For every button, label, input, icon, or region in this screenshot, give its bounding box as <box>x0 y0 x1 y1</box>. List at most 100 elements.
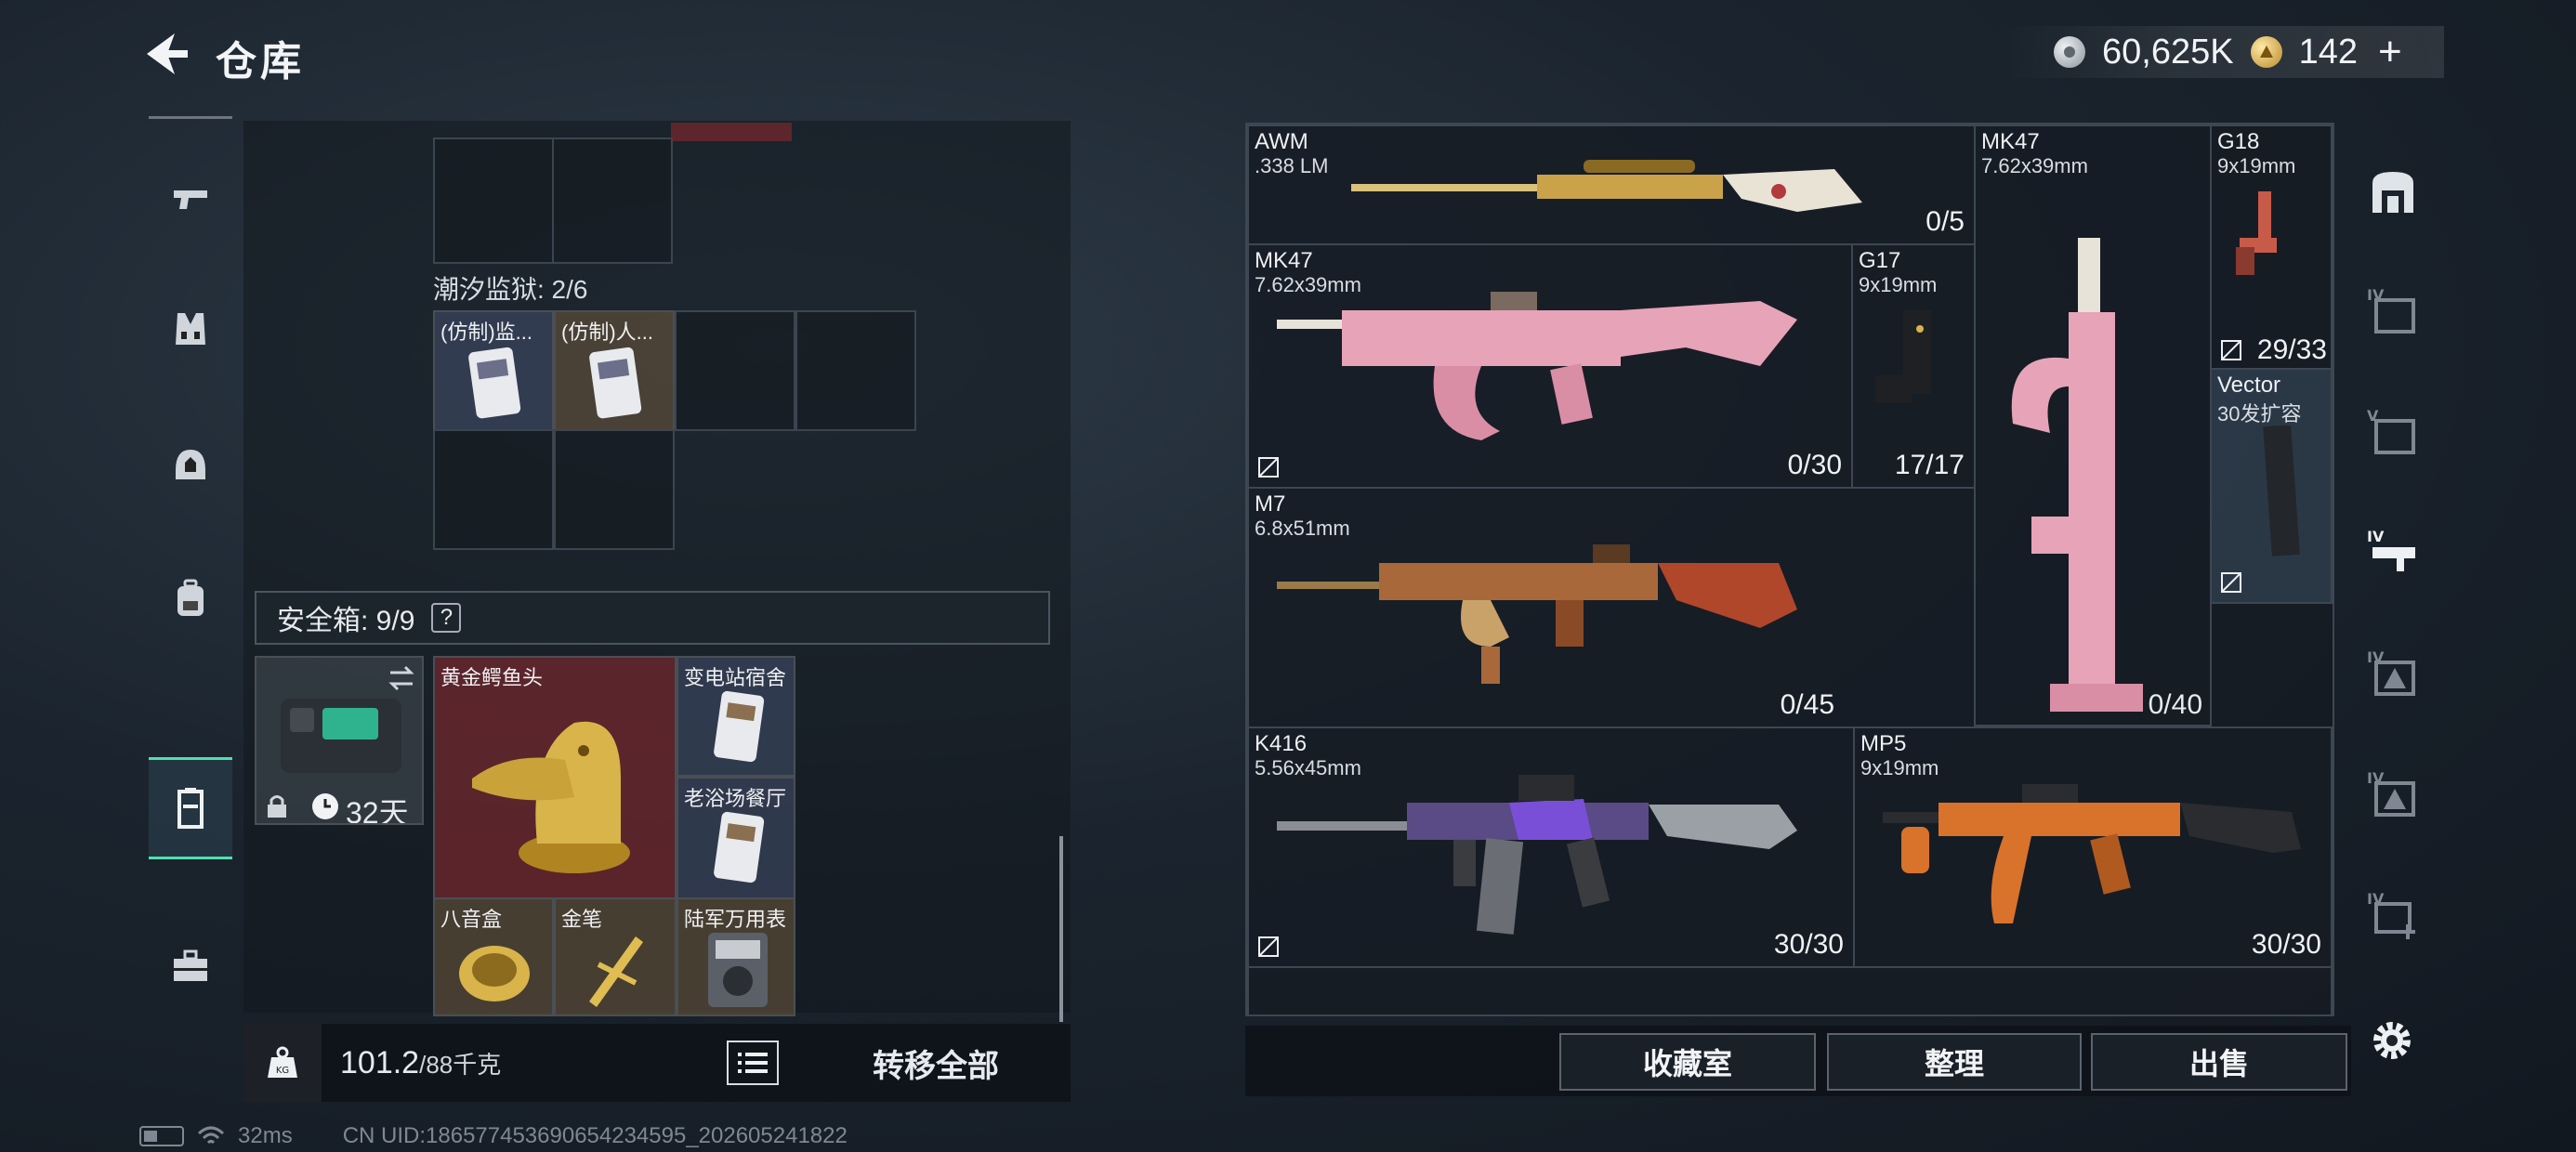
item-cell[interactable]: 陆军万用表 <box>677 897 795 1016</box>
transfer-all-button[interactable]: 转移全部 <box>801 1024 1071 1102</box>
grid-cell <box>554 429 675 550</box>
nav-weapons[interactable] <box>149 153 232 246</box>
status-line: 32ms CN UID:186577453690654234595_202605… <box>139 1122 848 1150</box>
music-box-icon <box>459 946 530 1001</box>
weapon-ammo: 30发扩容 <box>2217 402 2302 425</box>
ammo-count: 29/33 <box>2256 334 2327 365</box>
lock-icon <box>268 795 286 818</box>
weapon-ammo: 9x19mm <box>1859 273 1938 296</box>
item-cell[interactable]: 八音盒 <box>433 897 554 1016</box>
toolbox-icon <box>174 949 207 981</box>
pistol-icon <box>174 190 207 209</box>
weapon-mk47[interactable]: MK47 7.62x39mm 0/30 <box>1247 243 1853 489</box>
assault-rifle-icon <box>2011 238 2143 712</box>
weapon-mp5[interactable]: MP5 9x19mm 30/30 <box>1853 727 2333 968</box>
sell-button[interactable]: 出售 <box>2091 1033 2347 1091</box>
pistol-icon <box>1875 310 1931 403</box>
tab-locker-main[interactable] <box>2351 141 2435 243</box>
nav-armor[interactable] <box>149 283 232 376</box>
multimeter-icon <box>708 933 768 1007</box>
weapon-name: AWM <box>1255 129 1308 154</box>
weapon-name: G17 <box>1859 248 1901 273</box>
safebox-slot[interactable]: 32天 <box>255 656 424 825</box>
ammo-count: 17/17 <box>1894 450 1965 480</box>
weapon-ammo: 9x19mm <box>2217 154 2296 177</box>
nav-container[interactable] <box>149 757 232 859</box>
safebox-icon <box>281 699 401 773</box>
no-mod-icon <box>2221 572 2241 593</box>
weapon-k416[interactable]: K416 5.56x45mm 30/30 <box>1247 727 1855 968</box>
keycard-icon <box>714 811 765 884</box>
weapon-ammo: .338 LM <box>1255 154 1329 177</box>
no-mod-icon <box>2221 340 2241 360</box>
weight-icon: KG <box>243 1024 322 1102</box>
tab-tier-iv-2[interactable]: IV <box>2351 502 2435 604</box>
weapon-g17[interactable]: G17 9x19mm 17/17 <box>1851 243 1976 489</box>
assault-rifle-icon <box>1277 292 1797 440</box>
battle-rifle-icon <box>1277 544 1797 684</box>
silver-balance: 60,625K <box>2102 32 2234 72</box>
settings-button[interactable] <box>2364 1013 2420 1068</box>
gold-pen-icon <box>589 936 643 1007</box>
container-icon <box>177 788 204 829</box>
keycard-icon <box>468 347 521 419</box>
tab-tier-iv-1[interactable]: IV <box>2351 260 2435 362</box>
grid-cell <box>433 429 554 550</box>
sort-button[interactable]: 整理 <box>1827 1033 2082 1091</box>
locker-action-bar: 收藏室 整理 出售 <box>1245 1026 2351 1096</box>
weapon-name: Vector <box>2217 373 2281 398</box>
weight-readout: 101.2/88千克 <box>340 1045 501 1081</box>
help-button[interactable]: ? <box>431 603 462 633</box>
tab-tier-v[interactable]: V <box>2351 381 2435 483</box>
silver-coin-icon <box>2054 36 2085 68</box>
ammo-count: 30/30 <box>2251 929 2321 960</box>
gear-icon <box>2373 1022 2411 1059</box>
tier-iv-box-icon: IV <box>2367 286 2415 334</box>
add-currency-button[interactable]: + <box>2378 29 2402 75</box>
weight-capacity: /88千克 <box>419 1050 502 1079</box>
swap-icon <box>388 665 414 691</box>
wifi-icon <box>197 1126 225 1145</box>
gold-coin-icon <box>2250 36 2282 68</box>
grid-cell <box>671 123 792 141</box>
scrollbar[interactable] <box>1059 836 1063 1022</box>
back-button[interactable] <box>139 28 195 80</box>
tab-tier-iv-3[interactable]: IV <box>2351 622 2435 725</box>
keycard-icon <box>714 690 765 763</box>
svg-text:KG: KG <box>276 1066 289 1076</box>
tab-add-locker[interactable]: IV <box>2351 864 2435 966</box>
uid-readout: CN UID:186577453690654234595_20260524182… <box>342 1123 848 1148</box>
item-vector-mag[interactable]: Vector 30发扩容 <box>2210 368 2333 604</box>
item-cell[interactable]: 黄金鳄鱼头 <box>433 656 677 899</box>
ping-readout: 32ms <box>238 1123 293 1148</box>
weapon-awm[interactable]: AWM .338 LM 0/5 <box>1247 124 1976 245</box>
tier-iv-add-icon: IV <box>2367 890 2415 939</box>
grid-cell <box>552 137 673 264</box>
weapon-mk47-vertical[interactable]: MK47 7.62x39mm <box>1974 124 2212 727</box>
empty-slot-row <box>1247 966 2333 1016</box>
item-cell[interactable]: (仿制)人... <box>554 310 675 431</box>
locker-icon <box>2372 172 2413 213</box>
item-cell[interactable]: 老浴场餐厅 <box>677 777 795 899</box>
tab-tier-iv-4[interactable]: IV <box>2351 743 2435 845</box>
nav-backpack[interactable] <box>149 553 232 646</box>
nav-toolbox[interactable] <box>149 920 232 1013</box>
item-cell[interactable]: 金笔 <box>554 897 677 1016</box>
ammo-count: 30/30 <box>1773 929 1844 960</box>
list-view-button[interactable] <box>727 1041 779 1085</box>
magazine-icon <box>2263 425 2300 556</box>
assault-rifle-icon <box>1277 775 1797 935</box>
tier-iv-warning-icon: IV <box>2367 769 2415 817</box>
weapon-m7[interactable]: M7 6.8x51mm 0/45 <box>1247 487 1976 728</box>
weapon-g18[interactable]: G18 9x19mm 29/33 <box>2210 124 2333 370</box>
item-cell[interactable]: (仿制)监... <box>433 310 554 431</box>
locker-tabs: IV V IV IV IV IV <box>2351 121 2435 1022</box>
item-cell[interactable]: 变电站宿舍 <box>677 656 795 777</box>
nav-helmet[interactable] <box>149 418 232 511</box>
golden-crocodile-head-icon <box>472 721 630 873</box>
svg-text:IV: IV <box>2367 528 2385 545</box>
collection-room-button[interactable]: 收藏室 <box>1559 1033 1816 1091</box>
safebox-timer: 32天 <box>346 796 409 825</box>
pistol-icon <box>2236 191 2277 275</box>
helmet-icon <box>176 450 205 479</box>
